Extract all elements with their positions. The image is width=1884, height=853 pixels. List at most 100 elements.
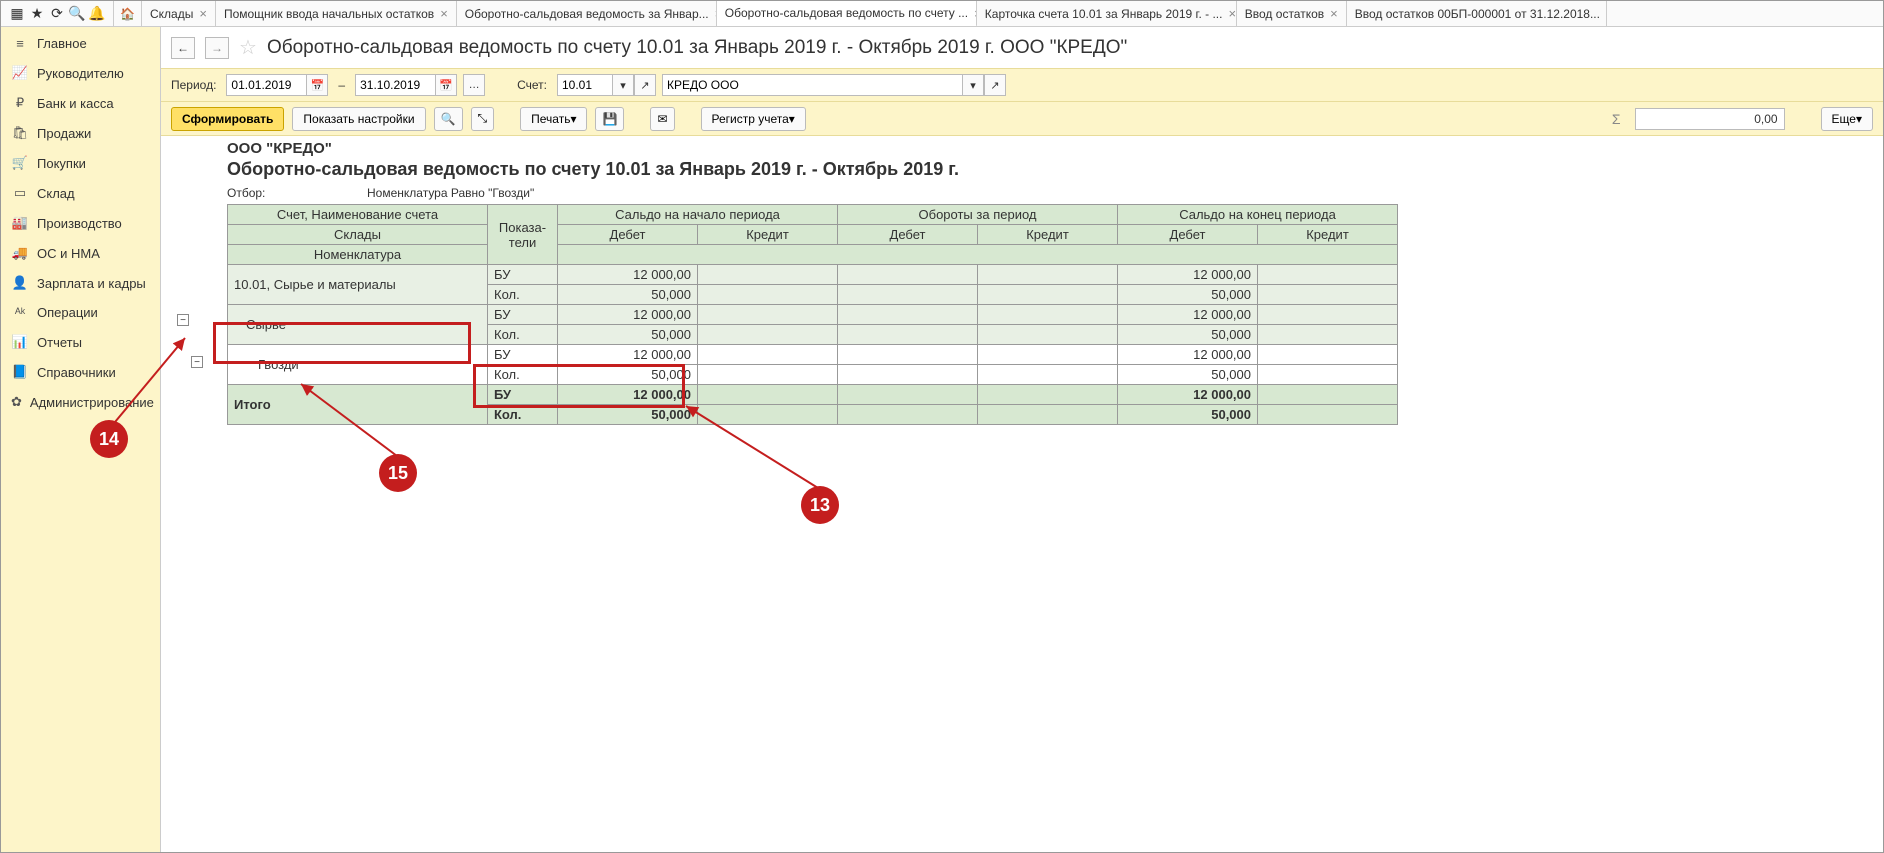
home-tab[interactable]: 🏠 <box>114 1 142 26</box>
callout-13: 13 <box>801 486 839 524</box>
sidebar-item-label: Склад <box>37 186 75 201</box>
dropdown-icon[interactable]: ▾ <box>962 74 984 96</box>
sidebar-item-label: Покупки <box>37 156 86 171</box>
sidebar-item[interactable]: ᴬᵏ Операции <box>1 298 160 327</box>
page-title: Оборотно-сальдовая ведомость по счету 10… <box>267 37 1127 59</box>
sidebar-item[interactable]: 👤Зарплата и кадры <box>1 268 160 298</box>
form-report-button[interactable]: Сформировать <box>171 107 284 131</box>
save-button[interactable]: 💾 <box>595 107 624 131</box>
sidebar-item[interactable]: 🛒 Покупки <box>1 148 160 178</box>
sidebar-item[interactable]: ✿ Администрирование <box>1 387 160 417</box>
window-tab[interactable]: Карточка счета 10.01 за Январь 2019 г. -… <box>977 1 1237 26</box>
row-total-label: Итого <box>228 385 488 425</box>
sidebar-icon: ▭ <box>11 185 29 201</box>
sidebar-item-label: Администрирование <box>30 395 154 410</box>
period-to-input[interactable] <box>355 74 435 96</box>
sidebar-item-label: Продажи <box>37 126 91 141</box>
parameters-bar: Период: 📅 – 📅 … Счет: ▾↗ ▾↗ <box>161 68 1883 102</box>
window-tab[interactable]: Склады× <box>142 1 216 26</box>
print-button[interactable]: Печать ▾ <box>520 107 587 131</box>
search-icon[interactable]: 🔍 <box>67 5 87 22</box>
sidebar-item-label: Главное <box>37 36 87 51</box>
forward-button[interactable]: → <box>205 37 229 59</box>
sidebar-item-label: Справочники <box>37 365 116 380</box>
open-icon[interactable]: ↗ <box>984 74 1006 96</box>
show-settings-button[interactable]: Показать настройки <box>292 107 425 131</box>
sum-display: 0,00 <box>1635 108 1785 130</box>
sidebar-item[interactable]: 🚚 ОС и НМА <box>1 238 160 268</box>
sidebar-icon: ≡ <box>11 36 29 51</box>
account-input[interactable] <box>557 74 612 96</box>
row-nails-label[interactable]: Гвозди <box>228 345 488 385</box>
apps-icon[interactable]: ▦ <box>7 5 27 22</box>
star-icon[interactable]: ★ <box>27 5 47 22</box>
tree-collapse-icon[interactable]: − <box>177 314 189 326</box>
close-icon[interactable]: × <box>1606 6 1607 21</box>
col-start-balance: Сальдо на начало периода <box>558 205 838 225</box>
sidebar-item[interactable]: ₽Банк и касса <box>1 88 160 118</box>
org-name: ООО "КРЕДО" <box>177 140 1883 159</box>
report-title: Оборотно-сальдовая ведомость по счету 10… <box>177 159 1883 186</box>
sidebar-item[interactable]: ≡ Главное <box>1 29 160 58</box>
filter-label: Отбор: <box>227 186 367 200</box>
callout-14: 14 <box>90 420 128 458</box>
calendar-icon[interactable]: 📅 <box>435 74 457 96</box>
sidebar-icon: 📊 <box>11 334 29 350</box>
close-icon[interactable]: × <box>1330 6 1338 21</box>
more-button[interactable]: Еще ▾ <box>1821 107 1873 131</box>
period-from-input[interactable] <box>226 74 306 96</box>
sidebar-item[interactable]: 🛍 Продажи <box>1 118 160 148</box>
window-tab[interactable]: Ввод остатков 00БП-000001 от 31.12.2018.… <box>1347 1 1607 26</box>
open-icon[interactable]: ↗ <box>634 74 656 96</box>
collapse-button[interactable]: ⤡ <box>471 107 495 131</box>
sidebar-icon: 🛒 <box>11 155 29 171</box>
sidebar-icon: 🏭 <box>11 215 29 231</box>
organization-input[interactable] <box>662 74 962 96</box>
sidebar-item[interactable]: 📈Руководителю <box>1 58 160 88</box>
window-tab[interactable]: Помощник ввода начальных остатков× <box>216 1 457 26</box>
col-end-balance: Сальдо на конец периода <box>1118 205 1398 225</box>
favorite-star-icon[interactable]: ☆ <box>239 35 257 60</box>
email-button[interactable]: ✉ <box>650 107 674 131</box>
dropdown-icon[interactable]: ▾ <box>612 74 634 96</box>
sigma-icon: Σ <box>1612 111 1621 127</box>
row-main-label[interactable]: 10.01, Сырье и материалы <box>228 265 488 305</box>
window-tabs: ▦ ★ ⟳ 🔍 🔔 🏠 Склады×Помощник ввода началь… <box>1 1 1883 27</box>
sidebar-item[interactable]: 📊Отчеты <box>1 327 160 357</box>
sidebar-item-label: ОС и НМА <box>37 246 100 261</box>
sidebar-icon: ₽ <box>11 95 29 111</box>
sidebar-icon: ᴬᵏ <box>11 305 29 320</box>
report-table: Счет, Наименование счета Показа- тели Са… <box>227 204 1398 425</box>
actions-bar: Сформировать Показать настройки 🔍 ⤡ Печа… <box>161 102 1883 136</box>
sidebar-icon: 📈 <box>11 65 29 81</box>
row-raw-label[interactable]: Сырье <box>228 305 488 345</box>
period-picker-button[interactable]: … <box>463 74 485 96</box>
close-icon[interactable]: × <box>440 6 448 21</box>
period-label: Период: <box>171 78 216 92</box>
sidebar-icon: 📘 <box>11 364 29 380</box>
callout-15: 15 <box>379 454 417 492</box>
sidebar-icon: 🛍 <box>11 125 29 141</box>
close-icon[interactable]: × <box>1228 6 1236 21</box>
history-icon[interactable]: ⟳ <box>47 5 67 22</box>
sidebar-icon: ✿ <box>11 394 22 410</box>
window-tab[interactable]: Оборотно-сальдовая ведомость за Январ...… <box>457 1 717 26</box>
filter-value: Номенклатура Равно "Гвозди" <box>367 186 534 200</box>
calendar-icon[interactable]: 📅 <box>306 74 328 96</box>
window-tab[interactable]: Оборотно-сальдовая ведомость по счету ..… <box>717 1 977 26</box>
register-button[interactable]: Регистр учета ▾ <box>701 107 806 131</box>
sidebar-icon: 🚚 <box>11 245 29 261</box>
window-tab[interactable]: Ввод остатков× <box>1237 1 1347 26</box>
col-nomenclature: Номенклатура <box>228 245 488 265</box>
sidebar: ≡ Главное 📈Руководителю₽Банк и касса 🛍 Прода… <box>1 27 161 852</box>
find-button[interactable]: 🔍 <box>434 107 463 131</box>
sidebar-item-label: Операции <box>37 305 98 320</box>
sidebar-item[interactable]: 🏭Производство <box>1 208 160 238</box>
col-warehouse: Склады <box>228 225 488 245</box>
close-icon[interactable]: × <box>199 6 207 21</box>
back-button[interactable]: ← <box>171 37 195 59</box>
tree-collapse-icon[interactable]: − <box>191 356 203 368</box>
bell-icon[interactable]: 🔔 <box>87 5 107 22</box>
sidebar-item[interactable]: 📘 Справочники <box>1 357 160 387</box>
sidebar-item[interactable]: ▭ Склад <box>1 178 160 208</box>
